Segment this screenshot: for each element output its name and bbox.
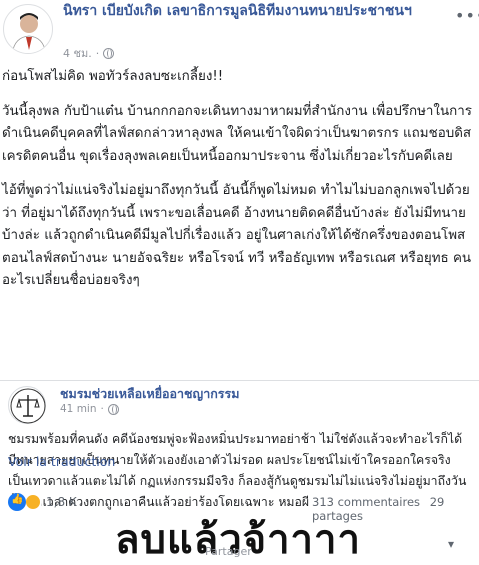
share-hint[interactable]: Partager — [205, 545, 252, 558]
haha-reaction-icon — [24, 493, 42, 511]
shared-meta: 41 min · — [60, 403, 119, 415]
comment-count[interactable]: 313 commentaires — [312, 495, 420, 509]
author-avatar[interactable] — [3, 4, 53, 54]
like-reaction-icon — [8, 493, 26, 511]
shared-author[interactable]: ชมรมช่วยเหลือเหยื่ออาชญากรรม — [60, 384, 239, 404]
handwritten-overlay: ลบแล้วจ้าาาา — [115, 516, 361, 563]
shared-time[interactable]: 41 min — [60, 403, 97, 415]
reaction-summary[interactable]: 1,8 K — [8, 493, 77, 511]
post-header: นิทรา เบียบังเกิด เลขาธิการมูลนิธิทีมงาน… — [0, 0, 479, 62]
post-paragraph: วันนี้ลุงพล กับป้าแต๋น บ้านกกกอกจะเดินทา… — [2, 103, 472, 164]
globe-icon — [107, 403, 119, 415]
globe-icon — [103, 47, 115, 59]
post-author[interactable]: นิทรา เบียบังเกิด เลขาธิการมูลนิธิทีมงาน… — [63, 0, 441, 22]
person-avatar-icon — [11, 13, 47, 53]
see-translation-link[interactable]: Voir la traduction — [8, 454, 115, 469]
post-body: ก่อนโพสไม่คิด พอทัวร์ลงลบซะเกลี้ยง!! วัน… — [2, 66, 476, 305]
ellipsis-icon[interactable]: ••• — [455, 6, 479, 25]
chevron-down-icon[interactable]: ▾ — [448, 537, 454, 551]
post-time[interactable]: 4 ชม. — [63, 44, 92, 62]
justice-scale-icon — [10, 388, 46, 424]
post-paragraph: ไอ้ที่พูดว่าไม่แน่จริงไม่อยู่มาถึงทุกวัน… — [2, 183, 472, 288]
post-paragraph: ก่อนโพสไม่คิด พอทัวร์ลงลบซะเกลี้ยง!! — [2, 69, 224, 84]
post-meta: 4 ชม. · — [63, 44, 115, 62]
reaction-count: 1,8 K — [46, 495, 77, 509]
shared-author-avatar[interactable] — [8, 386, 46, 424]
